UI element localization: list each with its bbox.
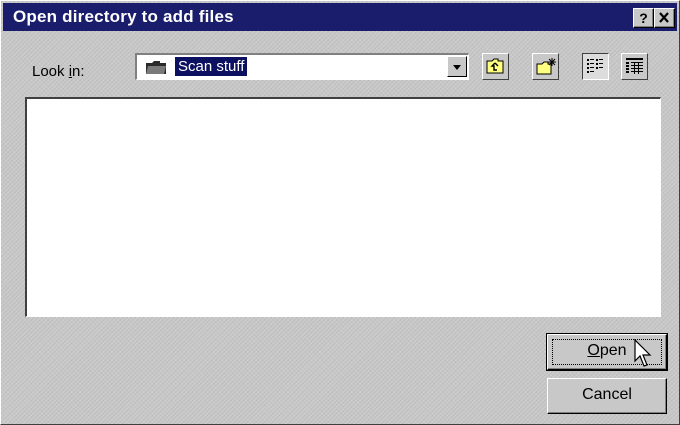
look-in-combobox[interactable]: Scan stuff	[135, 53, 469, 80]
look-in-label: Look in:	[32, 63, 85, 80]
dropdown-arrow-button[interactable]	[447, 56, 467, 77]
current-folder-value: Scan stuff	[175, 57, 248, 76]
up-one-level-button[interactable]	[482, 53, 509, 80]
details-view-button[interactable]	[621, 53, 648, 80]
file-list-pane[interactable]	[25, 97, 661, 317]
create-new-folder-icon	[536, 58, 556, 75]
open-directory-dialog: Open directory to add files ? Look in: S…	[0, 0, 680, 425]
title-bar[interactable]: Open directory to add files ?	[3, 3, 677, 31]
window-title: Open directory to add files	[13, 7, 234, 26]
folder-icon	[146, 61, 166, 74]
list-view-icon	[587, 59, 603, 73]
list-view-button[interactable]	[582, 53, 609, 80]
mouse-pointer-icon	[634, 339, 652, 367]
details-view-icon	[626, 58, 643, 74]
help-button[interactable]: ?	[633, 8, 654, 28]
close-button[interactable]	[654, 8, 675, 28]
cancel-button[interactable]: Cancel	[547, 378, 667, 414]
create-new-folder-button[interactable]	[532, 53, 559, 80]
close-icon	[659, 12, 669, 23]
up-one-level-icon	[486, 58, 504, 74]
